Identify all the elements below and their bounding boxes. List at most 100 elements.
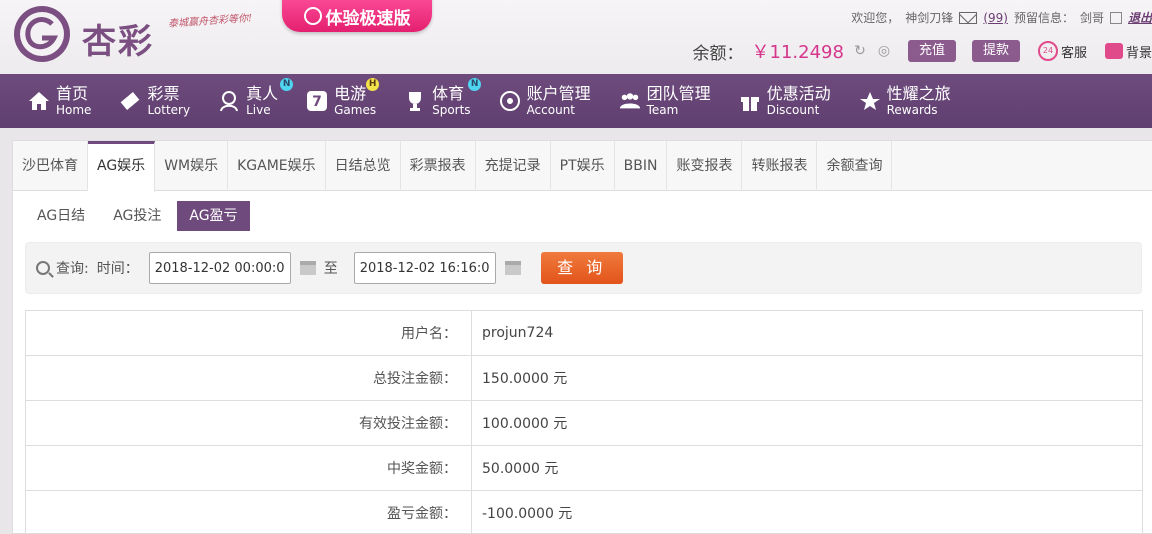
recharge-button[interactable]: 充值: [907, 40, 956, 62]
reserved-info-label: 预留信息：: [1013, 11, 1074, 25]
username: 神剑刀锋: [905, 11, 954, 25]
balance-label: 余额：: [692, 43, 744, 64]
calendar-icon[interactable]: [299, 261, 316, 275]
shirt-icon: [1104, 43, 1123, 59]
nav-live[interactable]: 真人 Live N: [218, 78, 294, 117]
report-tabs: 沙巴体育 AG娱乐 WM娱乐 KGAME娱乐 日结总览 彩票报表 充提记录 PT…: [13, 141, 1152, 192]
hot-badge: H: [366, 78, 380, 91]
nav-games[interactable]: 7 电游 Games H: [306, 78, 380, 117]
tab-kgame[interactable]: KGAME娱乐: [228, 141, 326, 191]
nav-team-cn: 团队管理: [646, 84, 711, 103]
nav-rewards[interactable]: 性耀之旅 Rewards: [859, 86, 951, 116]
nav-live-cn: 真人: [246, 84, 279, 103]
logout-link[interactable]: 退出: [1128, 9, 1152, 26]
speed-version-label: 体验极速版: [325, 8, 411, 29]
nav-games-en: Games: [334, 103, 377, 117]
tab-bbin[interactable]: BBIN: [615, 141, 668, 191]
nav-lottery-en: Lottery: [147, 103, 191, 117]
nav-live-en: Live: [246, 103, 271, 117]
account-icon: [499, 90, 521, 112]
speed-version-button[interactable]: 体验极速版: [282, 0, 432, 32]
report-panel: 沙巴体育 AG娱乐 WM娱乐 KGAME娱乐 日结总览 彩票报表 充提记录 PT…: [12, 140, 1152, 534]
tab-balance-change[interactable]: 账变报表: [667, 141, 743, 191]
table-row: 盈亏金额： -100.0000 元: [25, 490, 1143, 534]
reserved-info-value: 剑哥: [1079, 11, 1104, 25]
username-value: projun724: [471, 310, 1143, 356]
tab-daily-overview[interactable]: 日结总览: [326, 141, 401, 191]
tab-transfer-report[interactable]: 转账报表: [742, 141, 818, 191]
tab-wm[interactable]: WM娱乐: [155, 141, 229, 191]
subtab-ag-bets[interactable]: AG投注: [101, 201, 173, 231]
message-count-link[interactable]: (99): [983, 11, 1008, 25]
win-amount-value: 50.0000 元: [471, 445, 1143, 491]
nav-team[interactable]: 团队管理 Team: [619, 86, 711, 116]
welcome-text: 欢迎您，: [851, 11, 900, 25]
home-icon: [28, 90, 50, 112]
gift-icon: [739, 90, 761, 112]
total-bet-value: 150.0000 元: [471, 355, 1143, 401]
table-row: 有效投注金额： 100.0000 元: [25, 400, 1143, 446]
nav-discount[interactable]: 优惠活动 Discount: [739, 86, 831, 116]
query-label: 查询:: [56, 261, 89, 277]
subtab-ag-daily[interactable]: AG日结: [25, 201, 97, 231]
nav-lottery-cn: 彩票: [147, 84, 180, 103]
nav-rewards-en: Rewards: [886, 103, 938, 117]
brand-slogan: 泰城赢舟杏彩等你!: [167, 13, 253, 30]
top-header: 杏彩 泰城赢舟杏彩等你! 体验极速版 欢迎您， 神剑刀锋 (99) 预留信息： …: [0, 0, 1152, 74]
edit-icon[interactable]: [1109, 11, 1122, 24]
table-row: 总投注金额： 150.0000 元: [25, 355, 1143, 401]
start-time-input[interactable]: [148, 252, 291, 284]
tab-deposit-withdraw[interactable]: 充提记录: [476, 141, 551, 191]
nav-home-cn: 首页: [56, 84, 89, 103]
slot-icon: 7: [306, 90, 328, 112]
speed-icon: [303, 7, 322, 25]
nav-home[interactable]: 首页 Home: [28, 86, 91, 116]
trophy-icon: [404, 90, 426, 112]
profit-loss-label: 盈亏金额：: [25, 490, 472, 534]
new-badge: N: [280, 78, 294, 91]
main-nav: 首页 Home 彩票 Lottery 真人 Live N 7 电游 Games H 体育…: [0, 74, 1152, 128]
table-row: 用户名： projun724: [25, 310, 1143, 356]
nav-lottery[interactable]: 彩票 Lottery: [119, 86, 190, 116]
nav-home-en: Home: [56, 103, 92, 117]
dealer-icon: [218, 90, 240, 112]
nav-account-cn: 账户管理: [526, 84, 591, 103]
welcome-line: 欢迎您， 神剑刀锋 (99) 预留信息： 剑哥 退出: [851, 9, 1152, 26]
nav-sports[interactable]: 体育 Sports N: [404, 78, 482, 116]
withdraw-button[interactable]: 提款: [971, 40, 1020, 62]
tab-balance-query[interactable]: 余额查询: [817, 141, 893, 191]
brand-name: 杏彩: [82, 22, 154, 62]
end-time-input[interactable]: [353, 252, 496, 284]
username-label: 用户名：: [25, 310, 472, 356]
tab-pt[interactable]: PT娱乐: [551, 141, 615, 191]
logo-icon[interactable]: [12, 4, 72, 64]
nav-account[interactable]: 账户管理 Account: [499, 86, 591, 116]
tab-saba-sports[interactable]: 沙巴体育: [13, 141, 88, 191]
tab-ag[interactable]: AG娱乐: [88, 141, 156, 192]
balance-line: 余额： ￥11.2498 ↻ ◎ 充值 提款 24 客服 背景: [693, 38, 1152, 64]
envelope-icon[interactable]: [959, 11, 978, 24]
hide-eye-icon[interactable]: ◎: [876, 43, 892, 59]
customer-service-link[interactable]: 24 客服: [1037, 41, 1087, 61]
nav-sports-cn: 体育: [432, 84, 465, 103]
subtab-ag-profit[interactable]: AG盈亏: [177, 201, 250, 231]
new-badge: N: [468, 78, 482, 91]
balance-value: ￥11.2498: [751, 42, 844, 63]
background-link[interactable]: 背景: [1104, 42, 1152, 61]
time-label: 时间：: [96, 261, 139, 277]
team-icon: [619, 90, 641, 112]
profit-loss-value: -100.0000 元: [471, 490, 1143, 534]
calendar-icon[interactable]: [504, 261, 521, 275]
tab-lottery-report[interactable]: 彩票报表: [401, 141, 476, 191]
background-label: 背景: [1125, 45, 1152, 61]
ag-subtabs: AG日结 AG投注 AG盈亏: [13, 191, 1152, 241]
table-row: 中奖金额： 50.0000 元: [25, 445, 1143, 491]
nav-discount-en: Discount: [766, 103, 820, 117]
valid-bet-label: 有效投注金额：: [25, 400, 472, 446]
ticket-icon: [119, 90, 141, 112]
to-label: 至: [323, 261, 338, 277]
nav-account-en: Account: [526, 103, 576, 117]
valid-bet-value: 100.0000 元: [471, 400, 1143, 446]
refresh-icon[interactable]: ↻: [852, 43, 868, 59]
query-button[interactable]: 查 询: [540, 252, 623, 284]
